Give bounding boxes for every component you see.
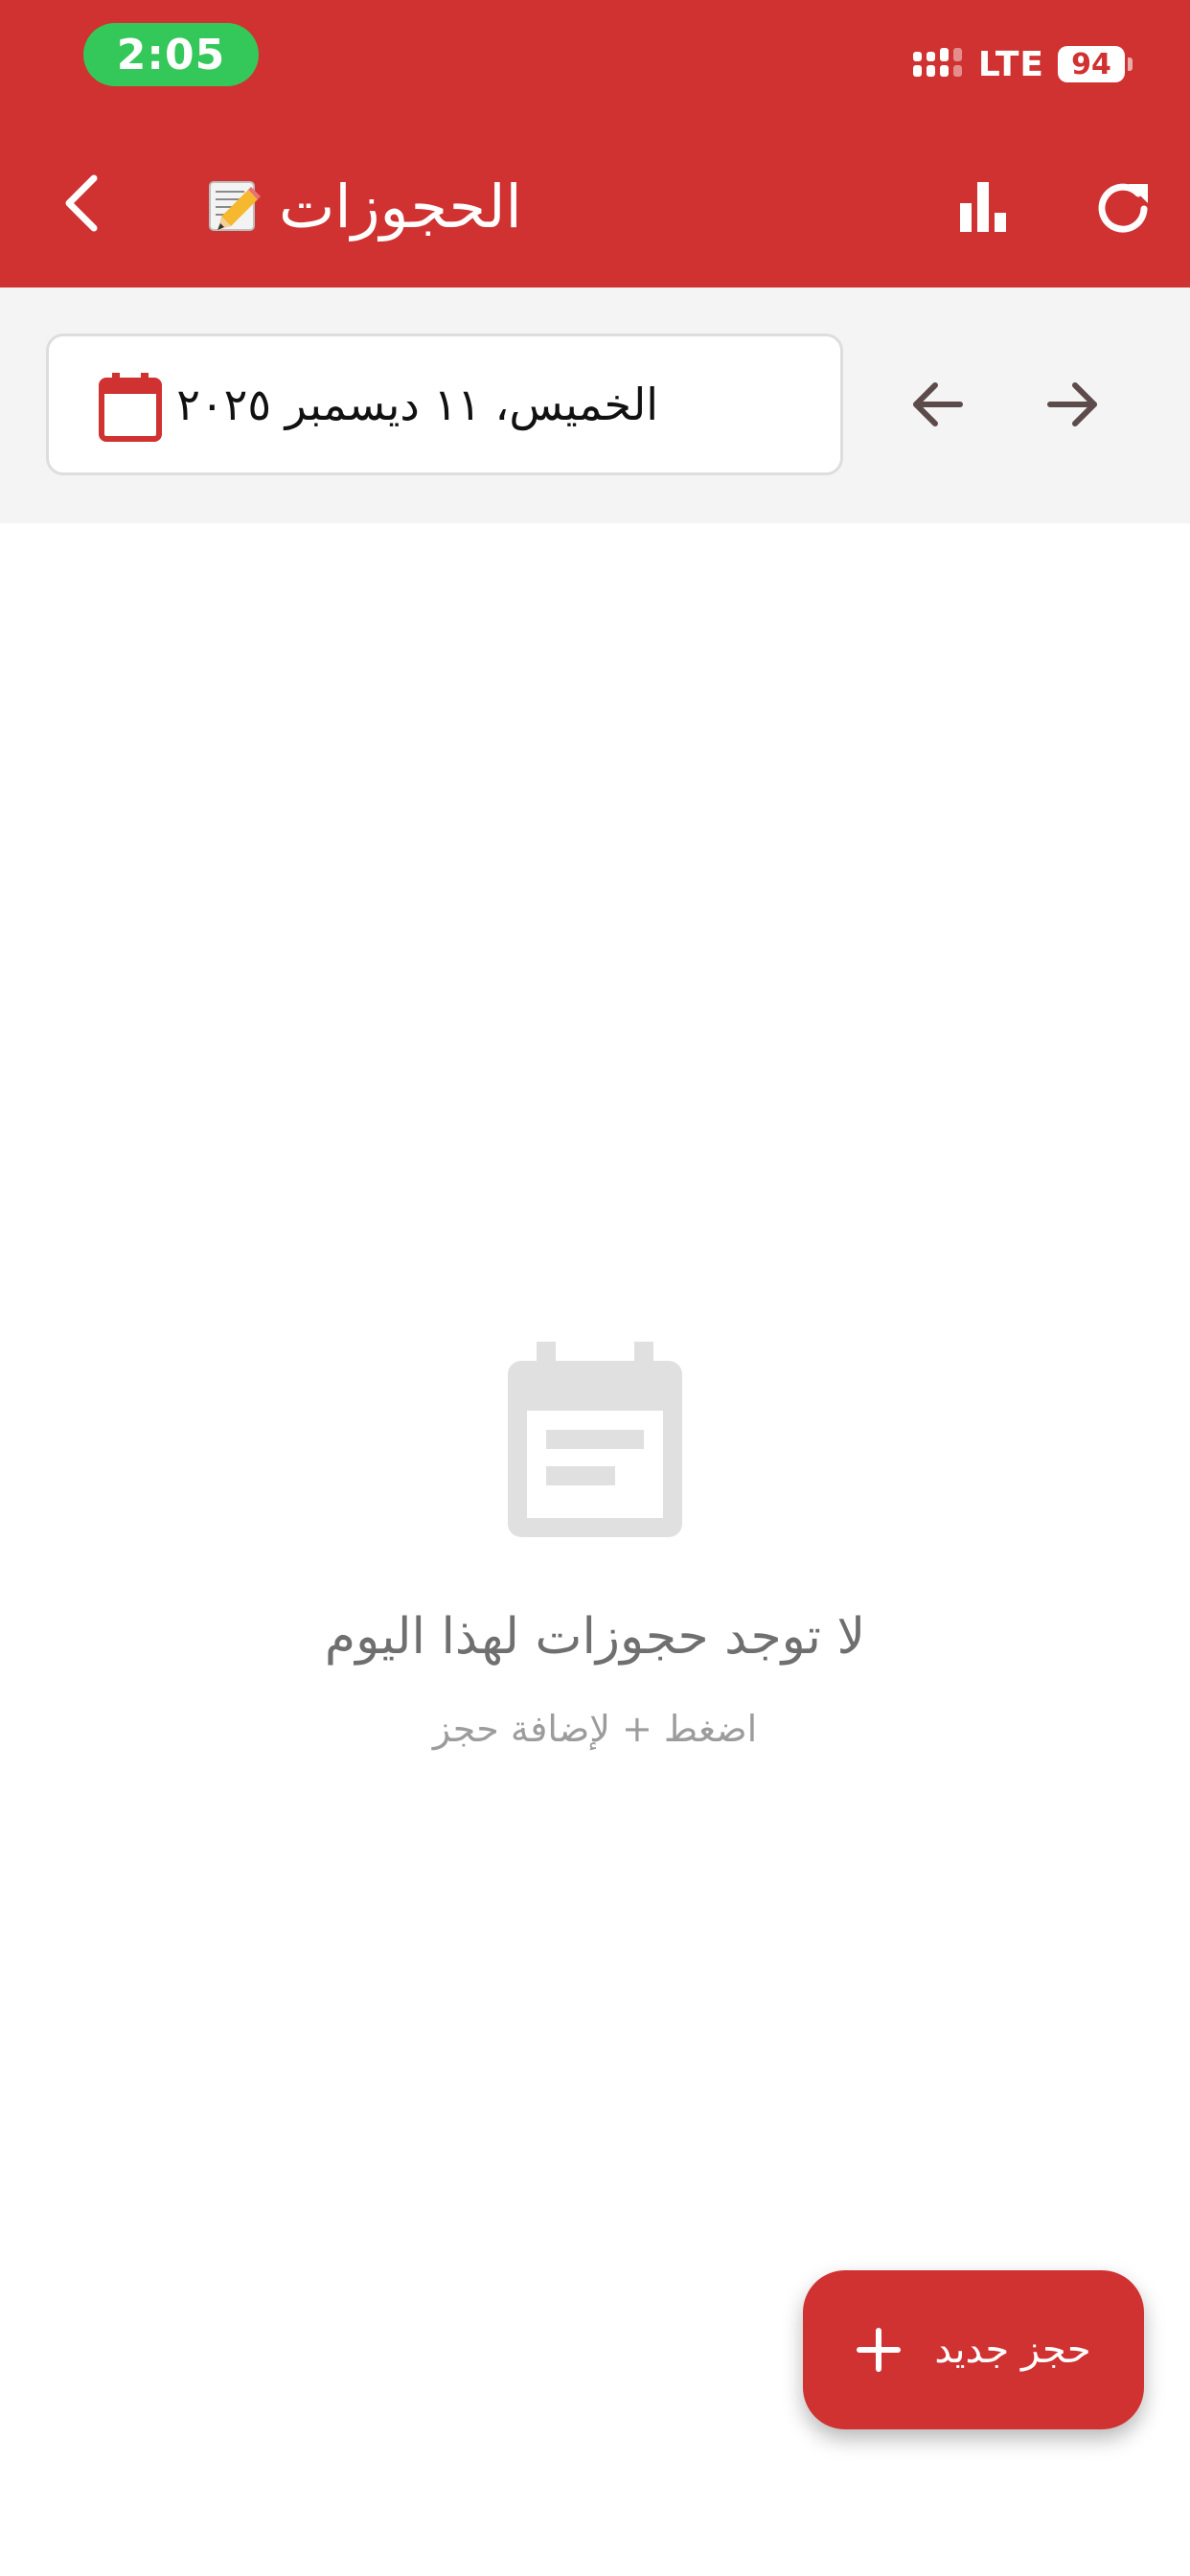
arrow-left-icon [913,382,963,426]
page-title: الحجوزات [279,171,522,242]
bookings-screen: 2:05 LTE 94 الحجوزات الخميس، ١١ ديسمبر ٢… [0,0,1190,2576]
arrow-right-icon [1047,382,1097,426]
calendar-icon [99,373,162,442]
refresh-icon [1098,183,1148,233]
next-day-button[interactable] [1039,370,1108,439]
empty-state-title: لا توجد حجوزات لهذا اليوم [324,1608,866,1666]
plus-icon [857,2328,902,2372]
selected-date: الخميس، ١١ ديسمبر ٢٠٢٥ [176,379,658,430]
new-booking-button[interactable]: حجز جديد [803,2270,1144,2429]
calendar-empty-icon [508,1342,682,1537]
signal-icon [912,48,962,77]
memo-icon [209,181,261,231]
status-time: 2:05 [83,23,259,86]
empty-state-subtitle: اضغط + لإضافة حجز [432,1708,758,1750]
date-navigation-bar: الخميس، ١١ ديسمبر ٢٠٢٥ [0,288,1190,523]
statistics-button[interactable] [949,172,1018,242]
refresh-button[interactable] [1087,171,1159,243]
previous-day-button[interactable] [903,370,972,439]
status-indicators: LTE 94 [912,40,1133,88]
network-type: LTE [977,44,1044,84]
date-picker-field[interactable]: الخميس، ١١ ديسمبر ٢٠٢٥ [46,334,843,475]
new-booking-label: حجز جديد [934,2328,1091,2372]
bar-chart-icon [960,182,1006,232]
back-button[interactable] [50,163,111,243]
chevron-left-icon [65,174,98,232]
battery-indicator: 94 [1058,46,1133,82]
page-title-group: الحجوزات [206,163,522,249]
app-header: 2:05 LTE 94 الحجوزات [0,0,1190,288]
